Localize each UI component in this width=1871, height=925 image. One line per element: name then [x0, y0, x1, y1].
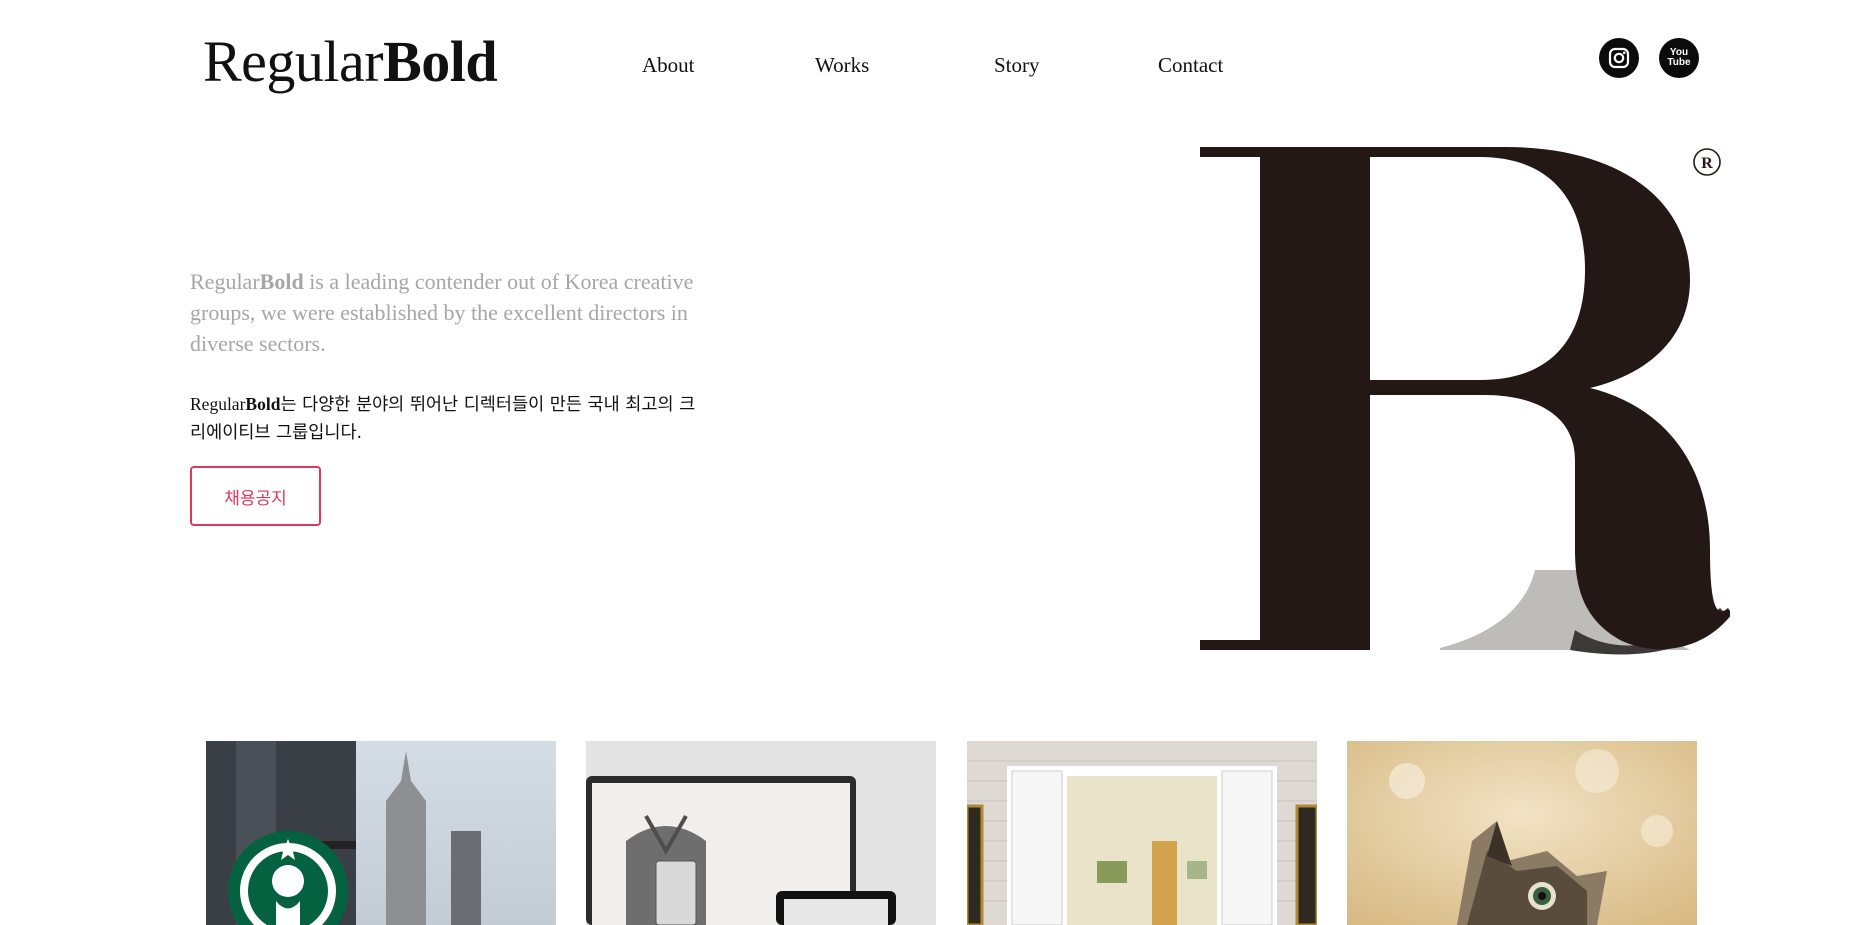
starbucks-storefront-image [206, 741, 556, 925]
logo[interactable]: RegularBold [203, 22, 498, 102]
nav-about[interactable]: About [642, 48, 695, 82]
device-mockup-image [586, 741, 936, 925]
youtube-label-line2: Tube [1667, 57, 1691, 68]
intro-english: RegularBold is a leading contender out o… [190, 266, 710, 359]
intro-en-bold: Bold [259, 269, 304, 294]
nav-contact[interactable]: Contact [1158, 48, 1223, 82]
work-card-2[interactable] [586, 741, 936, 925]
youtube-link[interactable]: You Tube [1659, 38, 1699, 78]
brand-mark-b: R [1200, 147, 1730, 655]
instagram-icon [1608, 47, 1630, 69]
work-card-1[interactable] [206, 741, 556, 925]
youtube-icon: You Tube [1667, 48, 1690, 68]
logo-regular: Regular [203, 29, 384, 94]
nav-works[interactable]: Works [815, 48, 869, 82]
logo-bold: Bold [383, 29, 498, 94]
intro-korean: RegularBold는 다양한 분야의 뛰어난 디렉터들이 만든 국내 최고의… [190, 390, 710, 447]
kitten-image [1347, 741, 1697, 925]
nav-story[interactable]: Story [994, 48, 1040, 82]
intro-ko-bold: Bold [245, 394, 281, 414]
intro-ko-regular: Regular [190, 394, 246, 414]
recruitment-button[interactable]: 채용공지 [190, 466, 321, 526]
intro-en-regular: Regular [190, 269, 260, 294]
interior-doorway-image [967, 741, 1317, 925]
work-card-3[interactable] [967, 741, 1317, 925]
registered-mark: R [1701, 155, 1713, 172]
work-card-4[interactable] [1347, 741, 1697, 925]
instagram-link[interactable] [1599, 38, 1639, 78]
